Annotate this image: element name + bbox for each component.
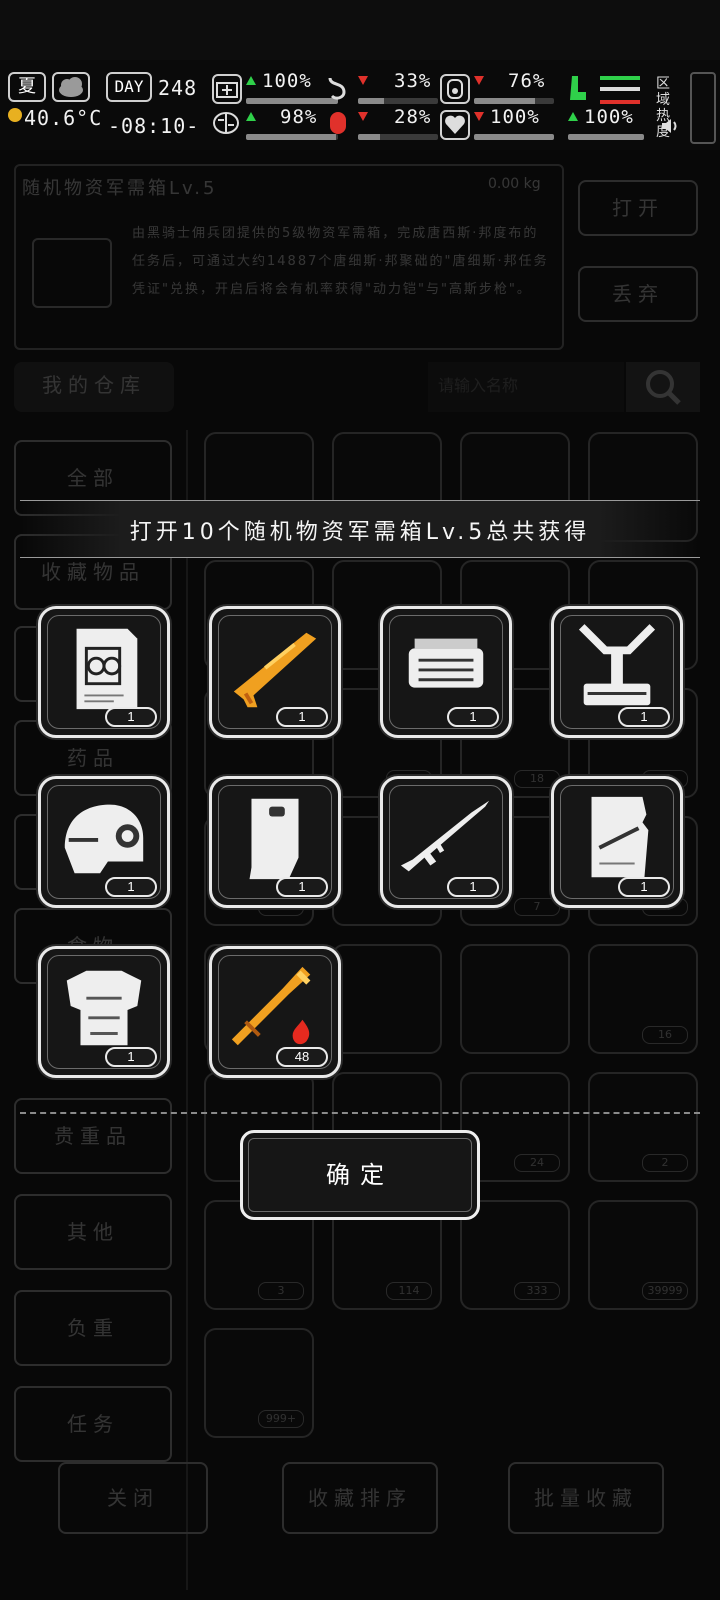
reward-item-power-armor-torso[interactable]: 1 xyxy=(38,946,170,1078)
reward-item-power-armor-frame[interactable]: 1 xyxy=(551,606,683,738)
quantity-badge: 1 xyxy=(105,707,157,727)
gauss-rifle-icon xyxy=(233,632,317,708)
reward-item-riot-shield[interactable]: 1 xyxy=(209,776,341,908)
mental-bar xyxy=(246,134,338,140)
leg-stamina-icon xyxy=(566,74,588,104)
stomach-icon xyxy=(322,74,352,104)
assault-rifle-icon xyxy=(400,800,490,872)
quantity-badge: 1 xyxy=(447,877,499,897)
zone-heat-meter xyxy=(690,72,716,144)
reward-item-assault-rifle[interactable]: 1 xyxy=(380,776,512,908)
quantity-badge: 1 xyxy=(618,707,670,727)
modal-title: 打开10个随机物资军需箱Lv.5总共获得 xyxy=(129,520,591,545)
oxygen-value: 76% xyxy=(508,70,546,92)
modal-divider xyxy=(20,1112,700,1114)
gas-mask-icon xyxy=(440,74,470,104)
trend-down-icon xyxy=(358,76,368,85)
status-bar: 夏 40.6°C DAY 248 -08:10- 100% 33% 76% 98… xyxy=(0,60,720,150)
power-armor-helmet-icon xyxy=(64,804,144,874)
reward-item-engine-blueprint[interactable]: 1 xyxy=(38,606,170,738)
thirst-bar xyxy=(358,134,438,140)
cloud-weather-icon xyxy=(52,72,90,102)
quantity-badge: 1 xyxy=(276,707,328,727)
stamina-bar xyxy=(568,134,644,140)
quantity-badge: 1 xyxy=(618,877,670,897)
heart-bar xyxy=(474,134,554,140)
quantity-badge: 1 xyxy=(105,877,157,897)
speaker-icon[interactable] xyxy=(660,116,678,134)
trend-down-icon xyxy=(474,112,484,121)
trend-down-icon xyxy=(474,76,484,85)
status-flag-icon xyxy=(600,76,640,104)
day-number: 248 xyxy=(158,76,198,100)
stamina-value: 100% xyxy=(584,106,634,128)
reward-item-rifle-blueprint[interactable]: 1 xyxy=(551,776,683,908)
engine-block-icon xyxy=(408,638,484,688)
rifle-blueprint-icon xyxy=(591,796,649,878)
season-badge: 夏 xyxy=(8,72,46,102)
clock-time: -08:10- xyxy=(108,114,200,138)
reward-item-incendiary-ammo[interactable]: 48 xyxy=(209,946,341,1078)
engine-blueprint-icon xyxy=(76,628,138,710)
quantity-badge: 1 xyxy=(276,877,328,897)
quantity-badge: 48 xyxy=(276,1047,328,1067)
temperature-readout: 40.6°C xyxy=(24,106,103,130)
power-armor-torso-icon xyxy=(66,970,142,1046)
hunger-bar xyxy=(358,98,438,104)
mental-value: 98% xyxy=(280,106,318,128)
reward-item-gauss-rifle[interactable]: 1 xyxy=(209,606,341,738)
brain-icon xyxy=(212,110,242,140)
medkit-icon xyxy=(212,74,242,104)
health-value: 100% xyxy=(262,70,312,92)
incendiary-ammo-icon xyxy=(231,966,311,1046)
quantity-badge: 1 xyxy=(447,707,499,727)
power-armor-frame-icon xyxy=(578,624,656,706)
riot-shield-icon xyxy=(249,798,299,880)
heart-value: 100% xyxy=(490,106,540,128)
confirm-button[interactable]: 确定 xyxy=(240,1130,480,1220)
heart-icon xyxy=(440,110,470,140)
oxygen-bar xyxy=(474,98,554,104)
water-drop-icon xyxy=(330,112,346,134)
sun-icon xyxy=(8,108,22,122)
reward-item-power-armor-helmet[interactable]: 1 xyxy=(38,776,170,908)
thirst-value: 28% xyxy=(394,106,432,128)
trend-up-icon xyxy=(568,112,578,121)
hunger-value: 33% xyxy=(394,70,432,92)
day-label: DAY xyxy=(106,72,152,102)
trend-up-icon xyxy=(246,76,256,85)
reward-item-engine-block[interactable]: 1 xyxy=(380,606,512,738)
trend-up-icon xyxy=(246,112,256,121)
trend-down-icon xyxy=(358,112,368,121)
quantity-badge: 1 xyxy=(105,1047,157,1067)
